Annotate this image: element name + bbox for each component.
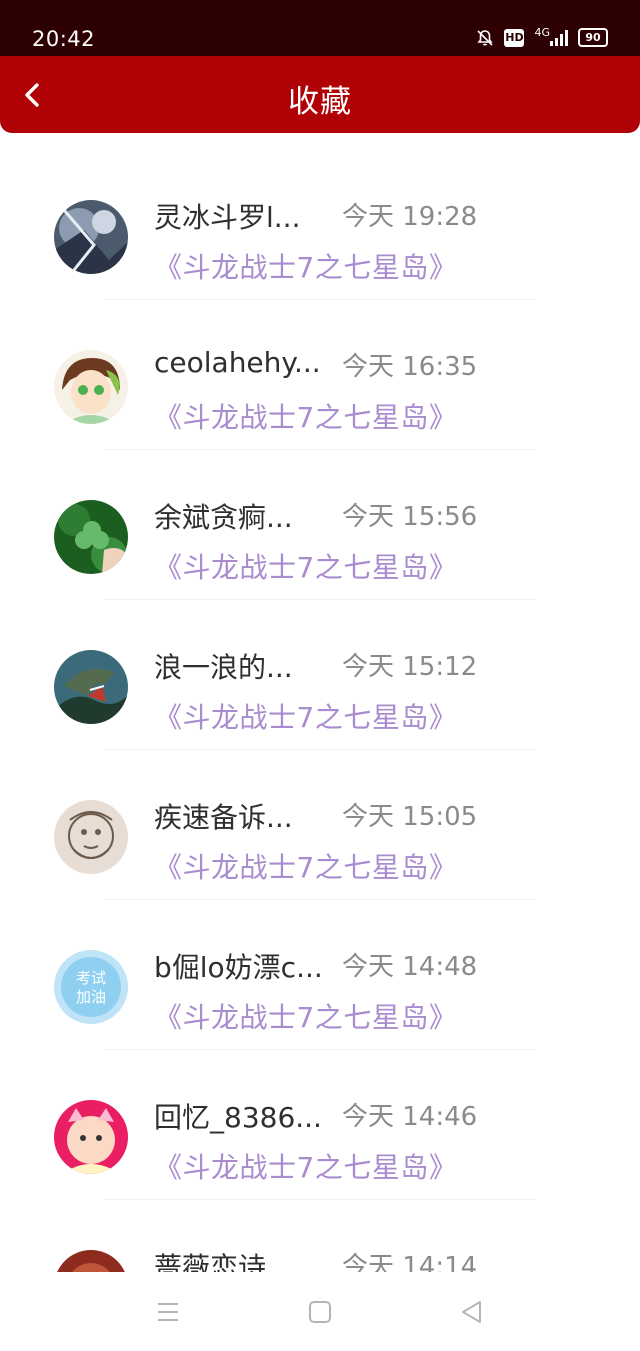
- book-title-link[interactable]: 《斗龙战士7之七星岛》: [154, 546, 457, 586]
- list-item[interactable]: 灵冰斗罗l... 今天 19:28 《斗龙战士7之七星岛》: [0, 150, 640, 300]
- collect-time: 今天 15:12: [342, 652, 478, 682]
- hd-icon: HD: [504, 28, 525, 47]
- avatar-text-line2: 加油: [76, 988, 106, 1006]
- avatar[interactable]: [54, 200, 128, 274]
- avatar[interactable]: 考试 加油: [54, 950, 128, 1024]
- avatar-text-line1: 考试: [76, 969, 106, 987]
- list-item[interactable]: 回忆_8386... 今天 14:46 《斗龙战士7之七星岛》: [0, 1050, 640, 1200]
- collect-time: 今天 19:28: [342, 202, 478, 232]
- menu-icon: [158, 1303, 178, 1321]
- favorites-list[interactable]: 灵冰斗罗l... 今天 19:28 《斗龙战士7之七星岛》 ceolahehy.…: [0, 150, 640, 1272]
- status-icons: HD 4G 90: [476, 25, 608, 47]
- status-bar: 20:42 HD 4G 90: [0, 0, 640, 58]
- list-item[interactable]: 考试 加油 b倔lo妨漂c... 今天 14:48 《斗龙战士7之七星岛》: [0, 900, 640, 1050]
- book-title-link[interactable]: 《斗龙战士7之七星岛》: [154, 696, 457, 736]
- book-title-link[interactable]: 《斗龙战士7之七星岛》: [154, 996, 457, 1036]
- avatar[interactable]: [54, 650, 128, 724]
- user-name: 灵冰斗罗l...: [154, 201, 301, 234]
- list-item[interactable]: 余斌贪痾... 今天 15:56 《斗龙战士7之七星岛》: [0, 450, 640, 600]
- app-bar: 收藏: [0, 56, 640, 133]
- collect-time: 今天 15:56: [342, 502, 478, 532]
- collect-time: 今天 14:46: [342, 1102, 478, 1132]
- list-item[interactable]: 疾速备诉... 今天 15:05 《斗龙战士7之七星岛》: [0, 750, 640, 900]
- user-name: b倔lo妨漂c...: [154, 951, 323, 984]
- avatar[interactable]: [54, 800, 128, 874]
- user-name: ceolahehy...: [154, 346, 321, 379]
- list-item[interactable]: 蔷薇恋诗 今天 14:14: [0, 1200, 640, 1272]
- collect-time: 今天 16:35: [342, 352, 478, 382]
- home-button[interactable]: [306, 1298, 334, 1326]
- collect-time: 今天 14:48: [342, 952, 478, 982]
- home-square-icon: [309, 1301, 331, 1323]
- collect-time: 今天 14:14: [342, 1252, 478, 1272]
- list-item[interactable]: ceolahehy... 今天 16:35 《斗龙战士7之七星岛》: [0, 300, 640, 450]
- book-title-link[interactable]: 《斗龙战士7之七星岛》: [154, 846, 457, 886]
- network-type: 4G: [534, 25, 550, 39]
- avatar[interactable]: [54, 1250, 128, 1272]
- avatar[interactable]: [54, 1100, 128, 1174]
- book-title-link[interactable]: 《斗龙战士7之七星岛》: [154, 1146, 457, 1186]
- nav-back-button[interactable]: [458, 1298, 486, 1326]
- signal-icon: 4G: [534, 25, 568, 46]
- status-time: 20:42: [32, 27, 96, 51]
- book-title-link[interactable]: 《斗龙战士7之七星岛》: [154, 396, 457, 436]
- back-triangle-icon: [462, 1301, 481, 1323]
- battery-icon: 90: [578, 28, 608, 47]
- user-name: 浪一浪的...: [154, 651, 293, 684]
- user-name: 回忆_8386...: [154, 1101, 322, 1134]
- avatar[interactable]: [54, 500, 128, 574]
- page-title: 收藏: [288, 84, 352, 120]
- book-title-link[interactable]: 《斗龙战士7之七星岛》: [154, 246, 457, 286]
- user-name: 余斌贪痾...: [154, 501, 293, 534]
- menu-button[interactable]: [154, 1298, 182, 1326]
- mute-bell-icon: [476, 29, 494, 47]
- list-item[interactable]: 浪一浪的... 今天 15:12 《斗龙战士7之七星岛》: [0, 600, 640, 750]
- collect-time: 今天 15:05: [342, 802, 478, 832]
- avatar[interactable]: [54, 350, 128, 424]
- user-name: 疾速备诉...: [154, 801, 293, 834]
- user-name: 蔷薇恋诗: [154, 1251, 267, 1272]
- system-nav-bar: [0, 1272, 640, 1351]
